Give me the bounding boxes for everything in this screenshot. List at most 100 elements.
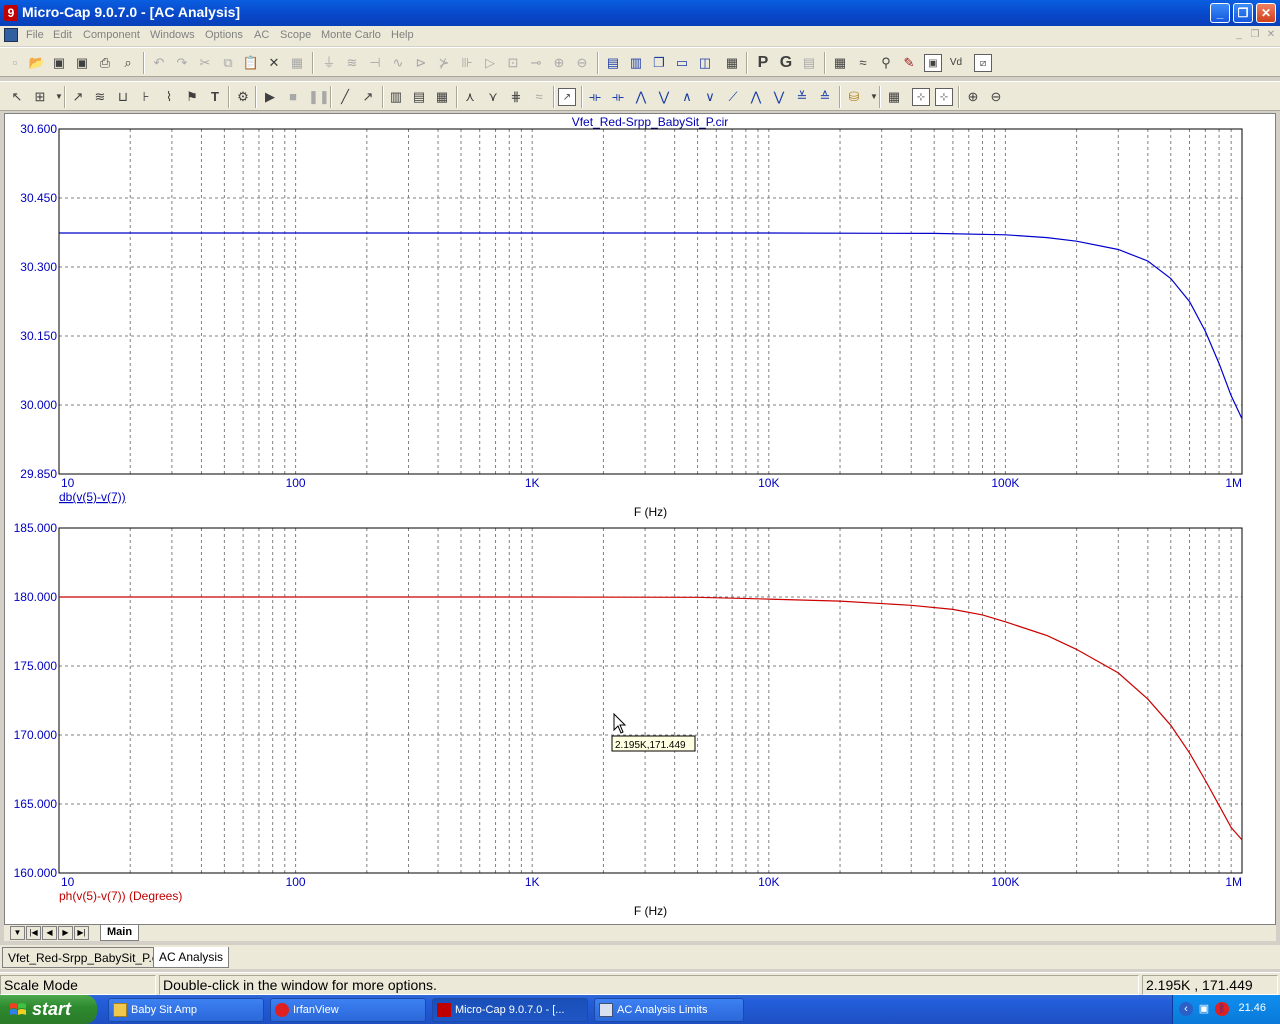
tag-icon[interactable]: ⊹ [912,88,930,106]
minimize-button[interactable]: _ [1210,3,1230,23]
grid-bold-icon[interactable]: ▤ [410,88,428,106]
mdi-close-icon[interactable]: ✕ [1264,29,1278,41]
global-high-icon[interactable]: ⋀ [747,88,765,106]
numeric-output-icon[interactable]: ▦ [831,54,849,72]
run-icon[interactable]: ▶ [261,88,279,106]
opamp-icon[interactable]: ▷ [481,54,499,72]
save-all-icon[interactable]: ▣ [73,54,91,72]
split-window-icon[interactable]: ◫ [696,54,714,72]
switch-icon[interactable]: ⊸ [527,54,545,72]
pulse-source-icon[interactable]: ⊖ [573,54,591,72]
properties-icon[interactable]: ⚙ [234,88,252,106]
probe-icon[interactable]: ⚲ [877,54,895,72]
frame-icon[interactable]: ▣ [924,54,942,72]
tabular-icon[interactable]: ▦ [885,88,903,106]
stop-icon[interactable]: ■ [284,88,302,106]
tile-vertical-icon[interactable]: ▥ [627,54,645,72]
last-page-icon[interactable]: ▶| [74,926,89,940]
paste-icon[interactable]: 📋 [242,54,260,72]
g-key-button[interactable]: G [777,54,795,72]
graphics-mode-icon[interactable]: ⌇ [160,88,178,106]
diode-icon[interactable]: ⊳ [412,54,430,72]
slope-icon[interactable]: ⋕ [507,88,525,106]
menu-monte-carlo[interactable]: Monte Carlo [321,29,381,41]
mdi-minimize-icon[interactable]: _ [1232,29,1246,41]
cascade-icon[interactable]: ❐ [650,54,668,72]
menu-ac[interactable]: AC [254,29,269,41]
pause-icon[interactable]: ❚❚ [308,88,330,106]
high-icon[interactable]: ∧ [678,88,696,106]
select-arrow-icon[interactable]: ↖ [8,88,26,106]
tray-expand-icon[interactable]: ‹ [1179,1002,1193,1016]
redo-icon[interactable]: ↷ [173,54,191,72]
bluetooth-icon[interactable]: ᛒ [1215,1002,1229,1016]
menu-edit[interactable]: Edit [53,29,72,41]
pencil-icon[interactable]: ✎ [900,54,918,72]
valley-icon[interactable]: ⋎ [484,88,502,106]
transistor-icon[interactable]: ⊁ [435,54,453,72]
copy-icon[interactable]: ⧉ [219,54,237,72]
save-icon[interactable]: ▣ [50,54,68,72]
maximize-button[interactable]: ❐ [1233,3,1253,23]
network-icon[interactable]: ▣ [1197,1002,1211,1016]
wire-node-icon[interactable]: ⊕ [550,54,568,72]
delete-icon[interactable]: ✕ [265,54,283,72]
window-icon[interactable]: ▭ [673,54,691,72]
cursor-next-icon[interactable]: ⟛ [609,88,627,106]
tile-horizontal-icon[interactable]: ▤ [604,54,622,72]
first-page-icon[interactable]: |◀ [26,926,41,940]
document-icon[interactable] [4,28,18,42]
valley-search-icon[interactable]: ⋁ [655,88,673,106]
bus-mode-icon[interactable]: ≋ [91,88,109,106]
cut-icon[interactable]: ✂ [196,54,214,72]
open-file-icon[interactable]: 📂 [28,54,46,72]
tag-vertical-icon[interactable]: ⊹ [935,88,953,106]
diagonal-wire-icon[interactable]: ⊔ [114,88,132,106]
menu-windows[interactable]: Windows [150,29,195,41]
low-icon[interactable]: ∨ [701,88,719,106]
select-all-icon[interactable]: ▦ [288,54,306,72]
phase-plot[interactable]: 185.000 180.000 175.000 170.000 165.000 160.0… [14,521,1243,918]
plot-canvas[interactable]: Vfet_Red-Srpp_BabySit_P.cir 30.600 30.450… [5,114,1277,926]
waveform-icon[interactable]: ≈ [854,54,872,72]
menu-component[interactable]: Component [83,29,140,41]
peak-search-icon[interactable]: ⋀ [632,88,650,106]
wire-mode-icon[interactable]: ↗ [69,88,87,106]
inflection-icon[interactable]: ⟋ [724,88,742,106]
capacitor-icon[interactable]: ⊣ [366,54,384,72]
scale-icon[interactable]: ↗ [558,88,576,106]
print-icon[interactable]: ⎙ [96,54,114,72]
draw-line-arrow-icon[interactable]: ↗ [359,88,377,106]
source-icon[interactable]: ⊡ [504,54,522,72]
bottom-icon[interactable]: ≙ [816,88,834,106]
vd-icon[interactable]: Vd [947,54,965,72]
calculator-icon[interactable]: ▦ [723,54,741,72]
grid-fine-icon[interactable]: ▥ [387,88,405,106]
cursor-mode-icon[interactable]: ⟛ [586,88,604,106]
plot-area[interactable]: Vfet_Red-Srpp_BabySit_P.cir 30.600 30.450… [4,113,1276,925]
scope-zoom-icon[interactable]: ⧄ [974,54,992,72]
new-file-icon[interactable]: ▫ [6,54,24,72]
inductor-icon[interactable]: ∿ [389,54,407,72]
prev-page-icon[interactable]: ◀ [42,926,57,940]
taskbar-item-micro-cap[interactable]: Micro-Cap 9.0.7.0 - [... [432,998,588,1022]
page-dropdown-icon[interactable]: ▼ [10,926,25,940]
start-button[interactable]: start [0,995,97,1024]
taskbar-item-ac-analysis-limits[interactable]: AC Analysis Limits [594,998,744,1022]
menu-scope[interactable]: Scope [280,29,311,41]
top-icon[interactable]: ≚ [793,88,811,106]
zoom-in-icon[interactable]: ⊕ [964,88,982,106]
taskbar-item-irfanview[interactable]: IrfanView [270,998,426,1022]
undo-icon[interactable]: ↶ [150,54,168,72]
component-editor-icon[interactable]: ▤ [800,54,818,72]
text-mode-icon[interactable]: ⊦ [137,88,155,106]
go-to-icon[interactable]: ⛁ [845,88,863,106]
zoom-out-icon[interactable]: ⊖ [987,88,1005,106]
menu-file[interactable]: File [26,29,44,41]
tab-ac-analysis[interactable]: AC Analysis [153,947,230,968]
point-icon[interactable]: ≈ [530,88,548,106]
mdi-restore-icon[interactable]: ❐ [1248,29,1262,41]
text-icon[interactable]: T [206,88,224,106]
tab-circuit-file[interactable]: Vfet_Red-Srpp_BabySit_P.cir [2,947,171,968]
component-mode-icon[interactable]: ⊞ [31,88,49,106]
